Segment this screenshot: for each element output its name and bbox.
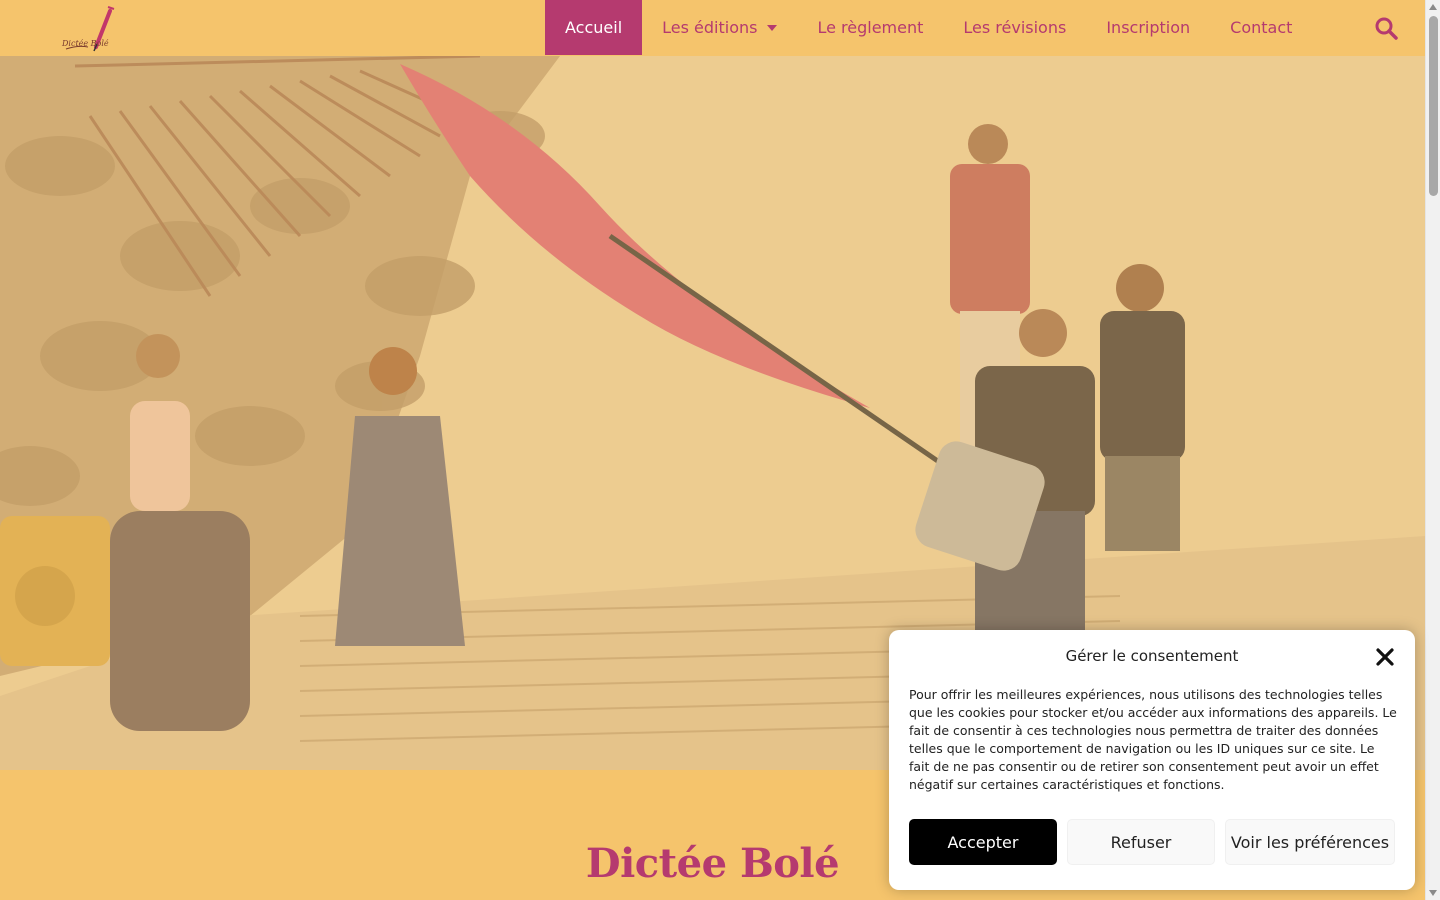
- consent-dialog: Gérer le consentement Pour offrir les me…: [889, 630, 1415, 890]
- site-header: Dictée Bolé Accueil Les éditions Le règl…: [0, 0, 1425, 56]
- scroll-down-arrow-icon[interactable]: [1429, 890, 1437, 896]
- nav-item-reglement[interactable]: Le règlement: [797, 0, 943, 55]
- scroll-up-arrow-icon[interactable]: [1429, 4, 1437, 10]
- nav-item-contact[interactable]: Contact: [1210, 0, 1312, 55]
- close-icon[interactable]: [1375, 647, 1395, 667]
- consent-text: Pour offrir les meilleures expériences, …: [909, 687, 1397, 792]
- logo-text: Dictée Bolé: [62, 39, 109, 48]
- consent-title: Gérer le consentement: [1065, 647, 1239, 665]
- view-preferences-button[interactable]: Voir les préférences: [1225, 819, 1395, 865]
- accept-button[interactable]: Accepter: [909, 819, 1057, 865]
- caret-down-icon: [767, 24, 778, 31]
- site-logo[interactable]: Dictée Bolé: [58, 3, 120, 53]
- page-scrollbar[interactable]: [1425, 0, 1440, 900]
- nav-item-inscription[interactable]: Inscription: [1086, 0, 1210, 55]
- nav-item-revisions[interactable]: Les révisions: [943, 0, 1086, 55]
- nav-item-accueil[interactable]: Accueil: [545, 0, 643, 55]
- nav-item-editions-label: Les éditions: [662, 18, 758, 37]
- search-icon[interactable]: [1374, 16, 1398, 40]
- scrollbar-thumb[interactable]: [1429, 16, 1438, 196]
- refuse-button[interactable]: Refuser: [1067, 819, 1215, 865]
- main-nav: Accueil Les éditions Le règlement Les ré…: [545, 0, 1312, 56]
- nav-item-editions[interactable]: Les éditions: [642, 0, 797, 55]
